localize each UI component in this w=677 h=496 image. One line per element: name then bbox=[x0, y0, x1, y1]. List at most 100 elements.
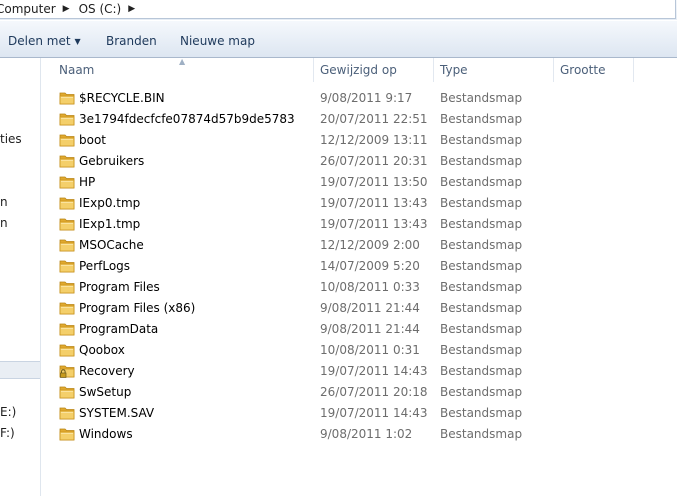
file-name[interactable]: PerfLogs bbox=[79, 259, 130, 273]
folder-icon bbox=[59, 322, 75, 336]
breadcrumb-drive[interactable]: OS (C:) ▶ bbox=[76, 0, 142, 18]
file-name[interactable]: Program Files (x86) bbox=[79, 301, 195, 315]
folder-icon bbox=[59, 406, 75, 420]
column-header-name[interactable]: Naam bbox=[59, 63, 94, 77]
file-name[interactable]: boot bbox=[79, 133, 106, 147]
file-modified: 12/12/2009 2:00 bbox=[320, 238, 420, 252]
folder-icon bbox=[59, 385, 75, 399]
file-row[interactable]: 3e1794fdecfcfe07874d57b9de5783 20/07/2011… bbox=[41, 109, 677, 130]
file-modified: 20/07/2011 22:51 bbox=[320, 112, 428, 126]
file-type: Bestandsmap bbox=[440, 322, 523, 336]
file-row[interactable]: MSOCache 12/12/2009 2:00 Bestandsmap bbox=[41, 235, 677, 256]
file-name[interactable]: Qoobox bbox=[79, 343, 125, 357]
address-bar[interactable]: Computer ▶ OS (C:) ▶ bbox=[0, 0, 677, 20]
share-with-button[interactable]: Delen met ▼ bbox=[8, 34, 81, 48]
folder-icon bbox=[59, 343, 75, 357]
file-row[interactable]: boot 12/12/2009 13:11 Bestandsmap bbox=[41, 130, 677, 151]
file-name[interactable]: HP bbox=[79, 175, 95, 189]
new-folder-button[interactable]: Nieuwe map bbox=[180, 34, 255, 48]
file-name[interactable]: 3e1794fdecfcfe07874d57b9de5783 bbox=[79, 112, 295, 126]
file-row[interactable]: Recovery 19/07/2011 14:43 Bestandsmap bbox=[41, 361, 677, 382]
file-modified: 26/07/2011 20:18 bbox=[320, 385, 428, 399]
file-type: Bestandsmap bbox=[440, 217, 523, 231]
file-row[interactable]: Gebruikers 26/07/2011 20:31 Bestandsmap bbox=[41, 151, 677, 172]
file-name[interactable]: $RECYCLE.BIN bbox=[79, 91, 165, 105]
share-with-label: Delen met bbox=[8, 34, 71, 48]
file-row[interactable]: IExp0.tmp 19/07/2011 13:43 Bestandsmap bbox=[41, 193, 677, 214]
file-modified: 9/08/2011 9:17 bbox=[320, 91, 413, 105]
file-modified: 9/08/2011 21:44 bbox=[320, 322, 420, 336]
file-name[interactable]: Windows bbox=[79, 427, 133, 441]
file-modified: 19/07/2011 14:43 bbox=[320, 406, 428, 420]
breadcrumb-computer[interactable]: Computer ▶ bbox=[0, 0, 76, 18]
breadcrumb-arrow-icon[interactable]: ▶ bbox=[59, 4, 76, 14]
folder-icon bbox=[59, 154, 75, 168]
file-row[interactable]: Program Files (x86) 9/08/2011 21:44 Bestan… bbox=[41, 298, 677, 319]
folder-icon bbox=[59, 301, 75, 315]
file-name[interactable]: IExp0.tmp bbox=[79, 196, 140, 210]
nav-item-partial[interactable]: n bbox=[0, 216, 8, 230]
file-name[interactable]: IExp1.tmp bbox=[79, 217, 140, 231]
file-name[interactable]: SYSTEM.SAV bbox=[79, 406, 154, 420]
nav-item-drive-e[interactable]: E:) bbox=[0, 405, 16, 419]
file-type: Bestandsmap bbox=[440, 154, 523, 168]
file-type: Bestandsmap bbox=[440, 406, 523, 420]
new-folder-label: Nieuwe map bbox=[180, 34, 255, 48]
breadcrumb[interactable]: Computer ▶ OS (C:) ▶ bbox=[0, 0, 676, 19]
navigation-pane[interactable]: ties n n E:) F:) bbox=[0, 58, 41, 496]
column-header-modified[interactable]: Gewijzigd op bbox=[320, 63, 397, 77]
file-modified: 10/08/2011 0:31 bbox=[320, 343, 420, 357]
file-name[interactable]: MSOCache bbox=[79, 238, 144, 252]
file-row[interactable]: SYSTEM.SAV 19/07/2011 14:43 Bestandsmap bbox=[41, 403, 677, 424]
file-modified: 9/08/2011 21:44 bbox=[320, 301, 420, 315]
chevron-down-icon: ▼ bbox=[74, 37, 81, 46]
nav-item-properties[interactable]: ties bbox=[0, 132, 22, 146]
file-name[interactable]: SwSetup bbox=[79, 385, 131, 399]
file-modified: 12/12/2009 13:11 bbox=[320, 133, 428, 147]
file-row[interactable]: SwSetup 26/07/2011 20:18 Bestandsmap bbox=[41, 382, 677, 403]
folder-icon bbox=[59, 196, 75, 210]
file-row[interactable]: Windows 9/08/2011 1:02 Bestandsmap bbox=[41, 424, 677, 445]
file-name[interactable]: Recovery bbox=[79, 364, 135, 378]
file-row[interactable]: IExp1.tmp 19/07/2011 13:43 Bestandsmap bbox=[41, 214, 677, 235]
folder-icon bbox=[59, 175, 75, 189]
sort-ascending-icon: ▲ bbox=[179, 57, 186, 66]
file-type: Bestandsmap bbox=[440, 385, 523, 399]
column-divider[interactable] bbox=[313, 58, 314, 82]
file-type: Bestandsmap bbox=[440, 238, 523, 252]
folder-icon bbox=[59, 133, 75, 147]
column-divider[interactable] bbox=[553, 58, 554, 82]
file-row[interactable]: ProgramData 9/08/2011 21:44 Bestandsmap bbox=[41, 319, 677, 340]
file-row[interactable]: Qoobox 10/08/2011 0:31 Bestandsmap bbox=[41, 340, 677, 361]
file-type: Bestandsmap bbox=[440, 91, 523, 105]
column-header-size[interactable]: Grootte bbox=[560, 63, 605, 77]
file-modified: 19/07/2011 14:43 bbox=[320, 364, 428, 378]
column-header-type[interactable]: Type bbox=[440, 63, 468, 77]
file-list[interactable]: $RECYCLE.BIN 9/08/2011 9:17 Bestandsmap 3e1… bbox=[41, 88, 677, 445]
nav-selected-item[interactable] bbox=[0, 361, 40, 379]
breadcrumb-arrow-icon[interactable]: ▶ bbox=[124, 4, 141, 14]
column-header: ▲ Naam Gewijzigd op Type Grootte bbox=[41, 57, 677, 84]
file-name[interactable]: ProgramData bbox=[79, 322, 158, 336]
file-type: Bestandsmap bbox=[440, 133, 523, 147]
file-name[interactable]: Gebruikers bbox=[79, 154, 144, 168]
column-divider[interactable] bbox=[633, 58, 634, 82]
file-name[interactable]: Program Files bbox=[79, 280, 160, 294]
column-divider[interactable] bbox=[433, 58, 434, 82]
file-row[interactable]: PerfLogs 14/07/2009 5:20 Bestandsmap bbox=[41, 256, 677, 277]
file-type: Bestandsmap bbox=[440, 280, 523, 294]
burn-button[interactable]: Branden bbox=[106, 34, 157, 48]
file-type: Bestandsmap bbox=[440, 175, 523, 189]
file-type: Bestandsmap bbox=[440, 343, 523, 357]
file-modified: 14/07/2009 5:20 bbox=[320, 259, 420, 273]
nav-item-partial[interactable]: n bbox=[0, 195, 8, 209]
folder-icon bbox=[59, 112, 75, 126]
file-row[interactable]: $RECYCLE.BIN 9/08/2011 9:17 Bestandsmap bbox=[41, 88, 677, 109]
file-row[interactable]: Program Files 10/08/2011 0:33 Bestandsmap bbox=[41, 277, 677, 298]
file-modified: 19/07/2011 13:43 bbox=[320, 196, 428, 210]
folder-icon bbox=[59, 91, 75, 105]
nav-item-drive-f[interactable]: F:) bbox=[0, 426, 15, 440]
file-type: Bestandsmap bbox=[440, 196, 523, 210]
file-row[interactable]: HP 19/07/2011 13:50 Bestandsmap bbox=[41, 172, 677, 193]
folder-icon bbox=[59, 427, 75, 441]
